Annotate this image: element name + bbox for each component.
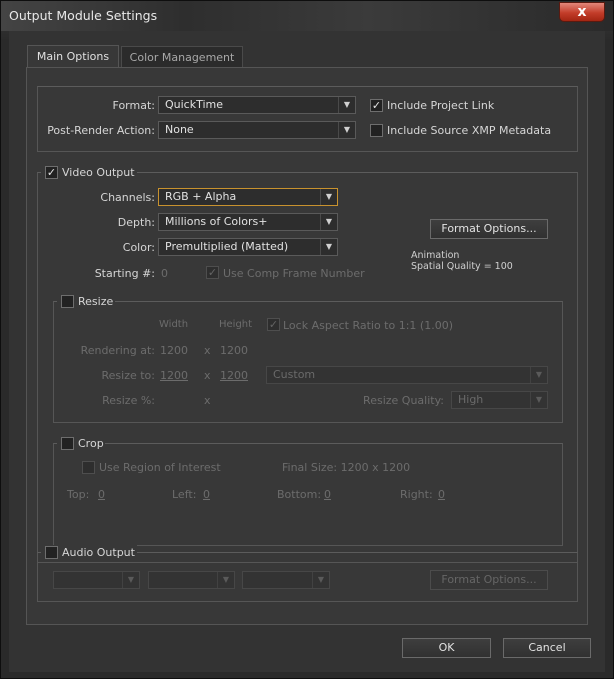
- crop-bottom-input[interactable]: 0: [324, 488, 331, 501]
- crop-right-input[interactable]: 0: [438, 488, 445, 501]
- spatial-quality: Spatial Quality = 100: [411, 261, 513, 272]
- resize-quality-select[interactable]: High ▼: [451, 391, 548, 409]
- crop-top-label: Top:: [67, 488, 90, 501]
- codec-name: Animation: [411, 250, 460, 261]
- resize-to-x: x: [204, 369, 211, 382]
- output-module-settings-dialog: Output Module Settings x Main Options Co…: [0, 0, 614, 679]
- crop-checkbox[interactable]: [61, 437, 74, 450]
- resize-preset-value: Custom: [273, 368, 316, 381]
- color-value: Premultiplied (Matted): [165, 240, 289, 253]
- audio-bit-depth-select[interactable]: ▼: [148, 571, 235, 589]
- crop-bottom-label: Bottom:: [277, 488, 322, 501]
- crop-label: Crop: [78, 437, 104, 450]
- audio-sample-rate-select[interactable]: ▼: [53, 571, 140, 589]
- include-xmp-checkbox[interactable]: [370, 124, 383, 137]
- width-header: Width: [159, 319, 189, 330]
- resize-preset-select[interactable]: Custom ▼: [266, 366, 548, 384]
- depth-value: Millions of Colors+: [165, 215, 268, 228]
- channels-label: Channels:: [100, 191, 155, 204]
- chevron-down-icon: ▼: [530, 367, 547, 383]
- color-label: Color:: [122, 241, 155, 254]
- final-size-label: Final Size: 1200 x 1200: [282, 461, 411, 474]
- starting-number-label: Starting #:: [94, 267, 155, 280]
- audio-channels-select[interactable]: ▼: [242, 571, 330, 589]
- chevron-down-icon: ▼: [320, 239, 337, 255]
- post-render-select[interactable]: None ▼: [158, 121, 356, 139]
- channels-select[interactable]: RGB + Alpha ▼: [158, 188, 338, 206]
- resize-to-label: Resize to:: [101, 369, 156, 382]
- ok-button[interactable]: OK: [402, 638, 491, 658]
- resize-checkbox[interactable]: [61, 295, 74, 308]
- post-render-label: Post-Render Action:: [47, 124, 155, 137]
- lock-aspect-checkbox[interactable]: ✓: [267, 318, 280, 331]
- crop-top-input[interactable]: 0: [98, 488, 105, 501]
- chevron-down-icon: ▼: [122, 572, 139, 588]
- main-options-panel: Format: QuickTime ▼ Post-Render Action: …: [26, 67, 588, 625]
- use-roi-checkbox[interactable]: [82, 461, 95, 474]
- use-comp-frame-label: Use Comp Frame Number: [223, 267, 365, 280]
- post-render-value: None: [165, 123, 194, 136]
- resize-height-input[interactable]: 1200: [220, 369, 248, 382]
- crop-left-label: Left:: [172, 488, 197, 501]
- depth-select[interactable]: Millions of Colors+ ▼: [158, 213, 338, 231]
- resize-width-input[interactable]: 1200: [160, 369, 188, 382]
- window-title: Output Module Settings: [9, 8, 158, 23]
- chevron-down-icon: ▼: [217, 572, 234, 588]
- rendering-width: 1200: [160, 344, 188, 357]
- chevron-down-icon: ▼: [320, 189, 337, 205]
- video-format-options-button[interactable]: Format Options...: [430, 219, 548, 239]
- close-icon: x: [577, 4, 587, 20]
- cancel-button[interactable]: Cancel: [503, 638, 591, 658]
- include-xmp-label: Include Source XMP Metadata: [387, 124, 552, 137]
- format-value: QuickTime: [165, 98, 224, 111]
- tab-color-management[interactable]: Color Management: [121, 46, 243, 68]
- channels-value: RGB + Alpha: [165, 190, 237, 203]
- rendering-height: 1200: [220, 344, 248, 357]
- resize-percent-x: x: [204, 394, 211, 407]
- resize-quality-value: High: [458, 393, 484, 406]
- audio-output-checkbox[interactable]: [45, 546, 58, 559]
- use-comp-frame-checkbox[interactable]: ✓: [206, 266, 219, 279]
- dialog-body: Main Options Color Management Format: Qu…: [9, 31, 605, 672]
- chevron-down-icon: ▼: [530, 392, 547, 408]
- chevron-down-icon: ▼: [338, 97, 355, 113]
- use-roi-label: Use Region of Interest: [99, 461, 221, 474]
- starting-number-value[interactable]: 0: [161, 267, 168, 280]
- close-button[interactable]: x: [559, 2, 605, 22]
- color-select[interactable]: Premultiplied (Matted) ▼: [158, 238, 338, 256]
- format-label: Format:: [112, 99, 155, 112]
- resize-percent-label: Resize %:: [102, 394, 155, 407]
- height-header: Height: [219, 319, 253, 330]
- resize-quality-label: Resize Quality:: [363, 394, 444, 407]
- include-project-link-checkbox[interactable]: ✓: [370, 99, 383, 112]
- audio-output-label: Audio Output: [62, 546, 135, 559]
- crop-right-label: Right:: [400, 488, 433, 501]
- chevron-down-icon: ▼: [320, 214, 337, 230]
- chevron-down-icon: ▼: [338, 122, 355, 138]
- video-output-label: Video Output: [62, 166, 135, 179]
- lock-aspect-label: Lock Aspect Ratio to 1:1 (1.00): [283, 319, 453, 332]
- rendering-x: x: [204, 344, 211, 357]
- rendering-at-label: Rendering at:: [80, 344, 155, 357]
- format-select[interactable]: QuickTime ▼: [158, 96, 356, 114]
- title-bar[interactable]: Output Module Settings x: [1, 1, 613, 31]
- chevron-down-icon: ▼: [312, 572, 329, 588]
- include-project-link-label: Include Project Link: [387, 99, 495, 112]
- video-output-checkbox[interactable]: ✓: [45, 166, 58, 179]
- depth-label: Depth:: [117, 216, 155, 229]
- audio-format-options-button[interactable]: Format Options...: [430, 570, 548, 590]
- tab-main-options[interactable]: Main Options: [27, 45, 119, 67]
- crop-left-input[interactable]: 0: [203, 488, 210, 501]
- resize-label: Resize: [78, 295, 114, 308]
